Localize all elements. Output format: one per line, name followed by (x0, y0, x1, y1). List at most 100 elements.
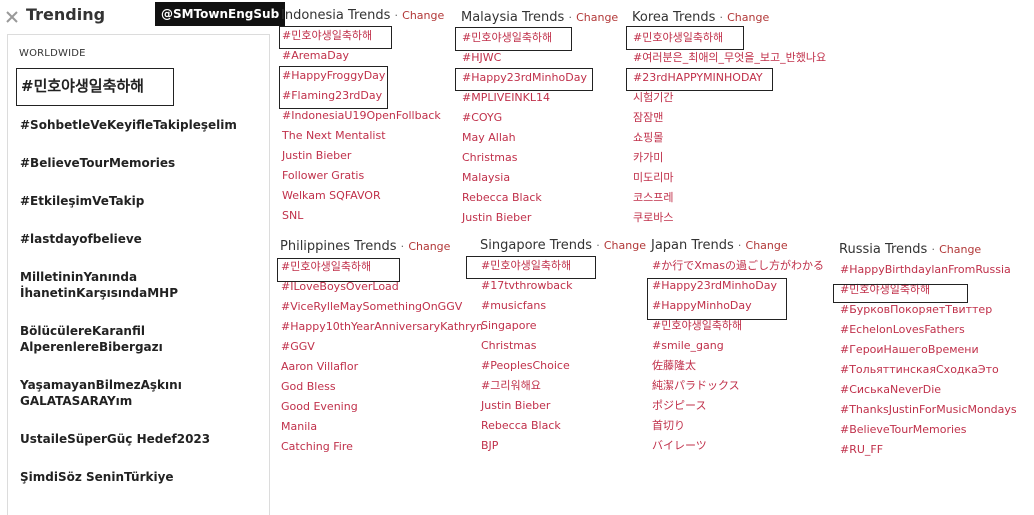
trend-link[interactable]: #17tvthrowback (480, 276, 646, 296)
trend-link[interactable]: #HappyBirthdaylanFromRussia (839, 260, 1017, 280)
trend-link[interactable]: #민호야생일축하해 (281, 26, 444, 46)
trend-link[interactable]: #か行でXmasの過ごし方がわかる (651, 256, 824, 276)
change-link[interactable]: Change (576, 11, 618, 24)
trend-link[interactable]: #민호야생일축하해 (632, 28, 826, 48)
japan-trends: Japan Trends · Change #か行でXmasの過ごし方がわかる … (651, 236, 824, 456)
trend-link[interactable]: #민호야생일축하해 (839, 280, 1017, 300)
trend-link[interactable]: 首切り (651, 416, 824, 436)
trend-link[interactable]: #Happy23rdMinhoDay (461, 68, 618, 88)
trend-link[interactable]: 純潔パラドックス (651, 376, 824, 396)
trend-link[interactable]: Justin Bieber (281, 146, 444, 166)
trend-link[interactable]: Malaysia (461, 168, 618, 188)
trend-link[interactable]: SNL (281, 206, 444, 226)
trend-link[interactable]: #HJWC (461, 48, 618, 68)
trend-link[interactable]: God Bless (280, 377, 483, 397)
trend-link[interactable]: Christmas (461, 148, 618, 168)
worldwide-trend[interactable]: UstaileSüperGüç Hedef2023 (20, 431, 210, 447)
trend-link[interactable]: #민호야생일축하해 (280, 257, 483, 277)
change-link[interactable]: Change (727, 11, 769, 24)
trend-link[interactable]: #HappyFroggyDay (281, 66, 444, 86)
change-link[interactable]: Change (746, 239, 788, 252)
trend-link[interactable]: #BelieveTourMemories (839, 420, 1017, 440)
trend-link[interactable]: #HappyMinhoDay (651, 296, 824, 316)
trend-link[interactable]: 잠잠맨 (632, 108, 826, 128)
change-link[interactable]: Change (408, 240, 450, 253)
trend-link[interactable]: 카가미 (632, 148, 826, 168)
trend-link[interactable]: #MPLIVEINKL14 (461, 88, 618, 108)
trend-link[interactable]: 佐藤隆太 (651, 356, 824, 376)
trend-link[interactable]: #민호야생일축하해 (480, 256, 646, 276)
trend-link[interactable]: #ILoveBoysOverLoad (280, 277, 483, 297)
trend-link[interactable]: #민호야생일축하해 (651, 316, 824, 336)
korea-trends: Korea Trends · Change #민호야생일축하해 #여러분은_최애… (632, 8, 826, 228)
trend-link[interactable]: #smile_gang (651, 336, 824, 356)
trend-link[interactable]: Good Evening (280, 397, 483, 417)
trend-link[interactable]: Justin Bieber (461, 208, 618, 228)
region-title: Japan Trends (651, 238, 734, 253)
trend-link[interactable]: Justin Bieber (480, 396, 646, 416)
trend-link[interactable]: #COYG (461, 108, 618, 128)
trend-link[interactable]: 쇼핑몰 (632, 128, 826, 148)
worldwide-trend[interactable]: #BelieveTourMemories (20, 155, 175, 171)
trend-link[interactable]: The Next Mentalist (281, 126, 444, 146)
trend-link[interactable]: #23rdHAPPYMINHODAY (632, 68, 826, 88)
trend-link[interactable]: #ТольяттинскаяСходкаЭто (839, 360, 1017, 380)
trend-link[interactable]: #민호야생일축하해 (461, 28, 618, 48)
worldwide-trend[interactable]: MilletininYanında İhanetinKarşısındaMHP (20, 269, 240, 301)
trend-link[interactable]: #Happy10thYearAnniversaryKathryn (280, 317, 483, 337)
trend-link[interactable]: #СиськаNeverDie (839, 380, 1017, 400)
trend-link[interactable]: Follower Gratis (281, 166, 444, 186)
trend-link[interactable]: 코스프레 (632, 188, 826, 208)
region-title: Singapore Trends (480, 238, 593, 253)
trend-link[interactable]: Rebecca Black (480, 416, 646, 436)
change-link[interactable]: Change (402, 9, 444, 22)
trend-link[interactable]: 미도리마 (632, 168, 826, 188)
worldwide-panel: WORLDWIDE #민호야생일축하해 #SohbetleVeKeyifleTa… (7, 34, 270, 515)
change-link[interactable]: Change (939, 243, 981, 256)
trends-header: Japan Trends · Change (651, 238, 788, 253)
trend-link[interactable]: #musicfans (480, 296, 646, 316)
worldwide-trend[interactable]: #민호야생일축하해 (16, 68, 174, 106)
trend-link[interactable]: #IndonesiaU19OpenFollback (281, 106, 444, 126)
trend-link[interactable]: 시험기간 (632, 88, 826, 108)
trend-link[interactable]: #RU_FF (839, 440, 1017, 460)
trend-link[interactable]: #그리워해요 (480, 376, 646, 396)
trend-link[interactable]: Welkam SQFAVOR (281, 186, 444, 206)
trend-link[interactable]: Christmas (480, 336, 646, 356)
trend-link[interactable]: #ThanksJustinForMusicMondays (839, 400, 1017, 420)
trend-link[interactable]: BJP (480, 436, 646, 456)
trend-link[interactable]: Aaron Villaflor (280, 357, 483, 377)
trends-header: Russia Trends · Change (839, 242, 982, 257)
worldwide-trend[interactable]: #SohbetleVeKeyifleTakipleşelim (20, 117, 237, 133)
region-title: Russia Trends (839, 242, 928, 257)
trend-link[interactable]: #여러분은_최애의_무엇을_보고_반했나요 (632, 48, 826, 68)
trend-link[interactable]: #Flaming23rdDay (281, 86, 444, 106)
trend-link[interactable]: #GGV (280, 337, 483, 357)
worldwide-trend[interactable]: #EtkileşimVeTakip (20, 193, 144, 209)
indonesia-trends: Indonesia Trends · Change #민호야생일축하해 #Are… (281, 6, 444, 226)
worldwide-trend[interactable]: ŞimdiSöz SeninTürkiye (20, 469, 174, 485)
trend-link[interactable]: #PeoplesChoice (480, 356, 646, 376)
worldwide-trend[interactable]: YaşamayanBilmezAşkını GALATASARAYım (20, 377, 220, 409)
trend-link[interactable]: #Happy23rdMinhoDay (651, 276, 824, 296)
watermark-badge: @SMTownEngSub (155, 2, 286, 26)
trend-link[interactable]: #EchelonLovesFathers (839, 320, 1017, 340)
trend-link[interactable]: Manila (280, 417, 483, 437)
trend-link[interactable]: 쿠로바스 (632, 208, 826, 228)
change-link[interactable]: Change (604, 239, 646, 252)
trend-link[interactable]: #AremaDay (281, 46, 444, 66)
close-icon[interactable] (6, 8, 18, 23)
trend-link[interactable]: ポジピース (651, 396, 824, 416)
russia-trends: Russia Trends · Change #HappyBirthdaylan… (839, 240, 1017, 460)
worldwide-trend[interactable]: #lastdayofbelieve (20, 231, 142, 247)
trend-link[interactable]: バイレーツ (651, 436, 824, 456)
trend-link[interactable]: #БурковПокоряетТвиттер (839, 300, 1017, 320)
trend-link[interactable]: May Allah (461, 128, 618, 148)
trend-link[interactable]: #ГероиНашегоВремени (839, 340, 1017, 360)
worldwide-trend[interactable]: BölücülereKaranfil AlperenlereBibergazı (20, 323, 220, 355)
trend-link[interactable]: #ViceRylleMaySomethingOnGGV (280, 297, 483, 317)
trend-link[interactable]: Rebecca Black (461, 188, 618, 208)
page-title: Trending (26, 5, 106, 24)
trend-link[interactable]: Singapore (480, 316, 646, 336)
trend-link[interactable]: Catching Fire (280, 437, 483, 457)
